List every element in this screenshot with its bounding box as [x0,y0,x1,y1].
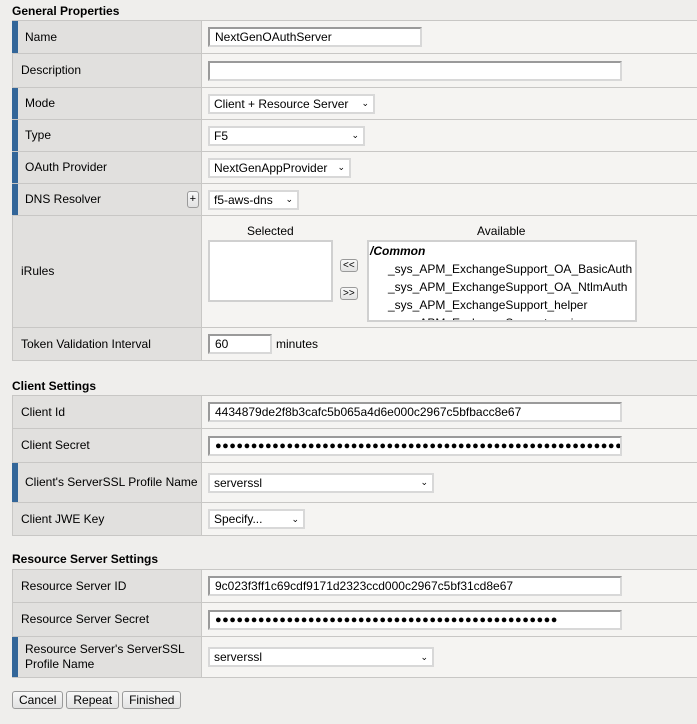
resource-settings-heading: Resource Server Settings [12,552,159,566]
client-jwe-label: Client JWE Key [12,503,202,535]
oauth-provider-value: NextGenAppProvider [214,160,328,175]
move-right-button[interactable]: >> [340,287,358,300]
client-settings-heading: Client Settings [12,379,97,393]
list-item[interactable]: _sys_APM_ExchangeSupport_OA_BasicAuth [369,260,635,278]
mode-row: Mode Client + Resource Server ⌄ [12,88,697,120]
list-item[interactable]: _sys_APM_ExchangeSupport_helper [369,296,635,314]
chevron-down-icon: ⌄ [420,477,428,487]
resource-settings-table: Resource Server ID 9c023f3ff1c69cdf9171d… [12,569,697,678]
client-jwe-value: Specify... [214,512,263,526]
dns-resolver-row: DNS Resolver + f5-aws-dns ⌄ [12,184,697,216]
resource-ssl-select[interactable]: serverssl ⌄ [208,647,434,667]
token-interval-row: Token Validation Interval 60 minutes [12,328,697,361]
chevron-down-icon: ⌄ [291,513,299,524]
list-item[interactable]: _sys_APM_ExchangeSupport_main [369,314,635,320]
chevron-down-icon: ⌄ [420,651,428,662]
client-jwe-row: Client JWE Key Specify... ⌄ [12,503,697,536]
irules-label: iRules [12,216,202,327]
client-id-row: Client Id 4434879de2f8b3cafc5b065a4d6e00… [12,396,697,429]
client-ssl-row: Client's ServerSSL Profile Name serverss… [12,463,697,503]
name-label: Name [12,21,202,53]
chevron-down-icon: ⌄ [285,194,293,204]
dns-resolver-label: DNS Resolver + [12,184,202,215]
name-row: Name NextGenOAuthServer [12,21,697,54]
dns-resolver-value: f5-aws-dns [214,192,273,207]
mode-value: Client + Resource Server [214,96,349,111]
available-header: Available [477,224,526,238]
selected-irules-list[interactable] [208,240,333,302]
dns-resolver-select[interactable]: f5-aws-dns ⌄ [208,189,299,210]
finished-button[interactable]: Finished [122,691,182,709]
client-jwe-select[interactable]: Specify... ⌄ [208,509,305,529]
client-id-label: Client Id [12,396,202,428]
add-dns-resolver-button[interactable]: + [186,191,199,208]
token-interval-label: Token Validation Interval [12,328,202,360]
resource-ssl-label: Resource Server's ServerSSL Profile Name [12,637,202,677]
general-properties-heading: General Properties [12,4,120,18]
description-input[interactable] [208,60,622,81]
dns-resolver-label-text: DNS Resolver [25,192,102,206]
oauth-provider-row: OAuth Provider NextGenAppProvider ⌄ [12,152,697,184]
oauth-provider-label: OAuth Provider [12,152,202,183]
chevron-down-icon: ⌄ [351,130,359,140]
cancel-button[interactable]: Cancel [12,691,64,709]
irules-row: iRules Selected Available << >> /Common … [12,216,697,328]
resource-ssl-value: serverssl [214,650,263,664]
chevron-down-icon: ⌄ [361,98,369,108]
list-item[interactable]: _sys_APM_ExchangeSupport_OA_NtlmAuth [369,278,635,296]
name-input[interactable]: NextGenOAuthServer [208,27,422,47]
token-interval-input[interactable]: 60 [208,334,272,354]
move-left-button[interactable]: << [340,259,358,272]
client-secret-label: Client Secret [12,429,202,462]
repeat-button[interactable]: Repeat [66,691,120,709]
description-label: Description [12,54,202,87]
form-actions: Cancel Repeat Finished [12,691,182,709]
resource-secret-input[interactable]: ●●●●●●●●●●●●●●●●●●●●●●●●●●●●●●●●●●●●●●●●… [208,609,622,630]
client-ssl-select[interactable]: serverssl ⌄ [208,472,434,493]
client-id-input[interactable]: 4434879de2f8b3cafc5b065a4d6e000c2967c5bf… [208,402,622,422]
type-row: Type F5 ⌄ [12,120,697,152]
client-ssl-value: serverssl [214,475,263,490]
chevron-down-icon: ⌄ [337,162,345,172]
selected-header: Selected [247,224,294,238]
type-label: Type [12,120,202,151]
token-unit: minutes [276,337,319,351]
oauth-provider-select[interactable]: NextGenAppProvider ⌄ [208,157,351,178]
folder-item[interactable]: /Common [369,242,635,260]
client-settings-table: Client Id 4434879de2f8b3cafc5b065a4d6e00… [12,395,697,536]
mode-select[interactable]: Client + Resource Server ⌄ [208,93,375,114]
resource-ssl-row: Resource Server's ServerSSL Profile Name… [12,637,697,678]
resource-secret-label: Resource Server Secret [12,603,202,636]
type-value: F5 [214,128,229,143]
general-properties-table: Name NextGenOAuthServer Description Mode… [12,20,697,361]
description-row: Description [12,54,697,88]
client-ssl-label: Client's ServerSSL Profile Name [12,463,202,502]
resource-id-row: Resource Server ID 9c023f3ff1c69cdf9171d… [12,570,697,603]
type-select[interactable]: F5 ⌄ [208,125,365,146]
client-secret-input[interactable]: ●●●●●●●●●●●●●●●●●●●●●●●●●●●●●●●●●●●●●●●●… [208,435,622,456]
resource-id-label: Resource Server ID [12,570,202,602]
resource-id-input[interactable]: 9c023f3ff1c69cdf9171d2323ccd000c2967c5bf… [208,576,622,596]
available-irules-list[interactable]: /Common _sys_APM_ExchangeSupport_OA_Basi… [367,240,637,322]
client-secret-row: Client Secret ●●●●●●●●●●●●●●●●●●●●●●●●●●… [12,429,697,463]
mode-label: Mode [12,88,202,119]
resource-secret-row: Resource Server Secret ●●●●●●●●●●●●●●●●●… [12,603,697,637]
